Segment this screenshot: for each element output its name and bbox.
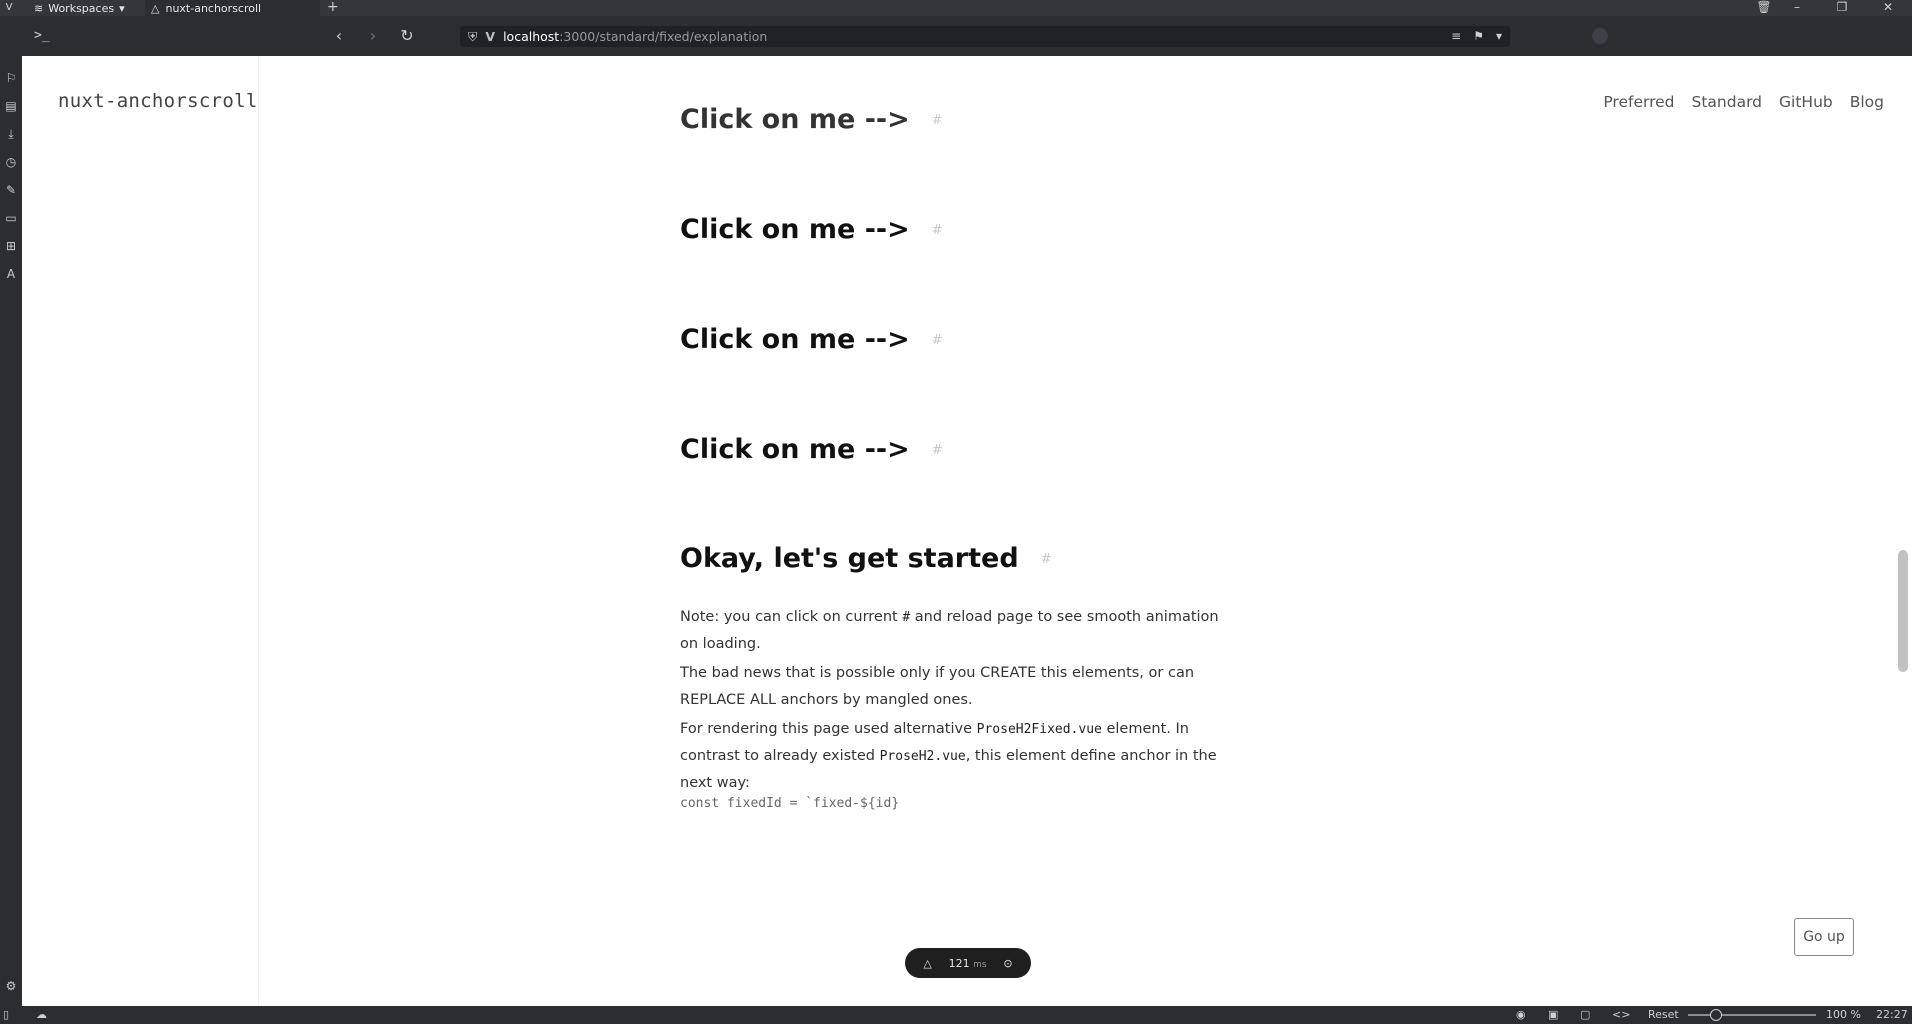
code-snippet: const fixedId = `fixed-${id} — [680, 796, 900, 811]
url-field[interactable]: ⛨ V localhost :3000/standard/fixed/expla… — [460, 26, 1510, 47]
tab-bar: V ≋ Workspaces ▾ △ nuxt-anchorscroll + 🗑… — [0, 0, 1912, 16]
downloads-icon[interactable]: ⤓ — [3, 126, 19, 142]
zoom-level: 100 % — [1826, 1008, 1861, 1021]
extension-placeholder150-icon — [1592, 28, 1608, 44]
paragraph-rendering: For rendering this page used alternative… — [680, 716, 1240, 797]
nav-link-standard[interactable]: Standard — [1692, 93, 1763, 111]
heading-click-on-me: Click on me --> # — [680, 104, 943, 135]
nuxt-devtools-pill[interactable]: △ 121 ms ⊙ — [905, 948, 1031, 978]
forward-icon[interactable]: › — [362, 27, 384, 45]
shield-icon[interactable]: ⛨ — [468, 26, 477, 47]
address-bar: >_ ‹ › ↻ ⛨ V localhost :3000/standard/fi… — [0, 16, 1912, 56]
paragraph-note: Note: you can click on current # and rel… — [680, 604, 1240, 658]
minimize-button[interactable]: – — [1775, 0, 1819, 16]
heading-anchor-link[interactable]: # — [932, 333, 943, 348]
window-panel-icon[interactable]: ▭ — [3, 210, 19, 226]
add-web-panel-icon[interactable]: ⊞ — [3, 238, 19, 254]
content-divider — [258, 56, 259, 1006]
image-icon[interactable]: ▣ — [1548, 1007, 1558, 1023]
heading-text: Click on me --> — [680, 434, 910, 465]
restore-button[interactable]: ❐ — [1820, 0, 1864, 16]
new-tab-button[interactable]: + — [327, 0, 339, 15]
clock: 22:27 — [1876, 1008, 1908, 1021]
inspect-target-icon[interactable]: ⊙ — [1003, 957, 1012, 970]
bookmark-icon[interactable]: ⚑ — [1473, 26, 1484, 47]
heading-anchor-link[interactable]: # — [1041, 552, 1052, 567]
capture-icon[interactable]: ◉ — [1516, 1007, 1526, 1023]
panel-toggle-icon[interactable]: ▯ — [3, 1007, 9, 1023]
heading-okay-lets-get-started: Okay, let's get started # — [680, 543, 1052, 574]
timing-readout: 121 ms — [949, 957, 987, 970]
heading-text: Click on me --> — [680, 104, 910, 135]
nuxt-logo-icon: △ — [923, 956, 932, 970]
top-navigation: Preferred Standard GitHub Blog — [1603, 93, 1884, 111]
heading-anchor-link[interactable]: # — [932, 223, 943, 238]
heading-text: Click on me --> — [680, 324, 910, 355]
heading-click-on-me: Click on me --> # — [680, 434, 943, 465]
close-window-button[interactable]: ✕ — [1866, 0, 1910, 16]
nav-link-github[interactable]: GitHub — [1779, 93, 1833, 111]
timing-value: 121 — [948, 956, 970, 970]
side-panel: ⚐ ▤ ⤓ ◷ ✎ ▭ ⊞ A ⚙ — [0, 56, 22, 1006]
paragraph-text: Note: you can click on current — [680, 609, 903, 625]
nuxt-favicon-icon: △ — [151, 1, 160, 15]
heading-anchor-link[interactable]: # — [932, 443, 943, 458]
nav-link-blog[interactable]: Blog — [1850, 93, 1884, 111]
heading-click-on-me: Click on me --> # — [680, 324, 943, 355]
site-v-icon: V — [485, 29, 496, 44]
url-host: localhost — [503, 29, 560, 44]
page-viewport: nuxt-anchorscroll Preferred Standard Git… — [22, 56, 1912, 1006]
sync-cloud-icon[interactable]: ☁ — [36, 1007, 47, 1023]
site-title[interactable]: nuxt-anchorscroll — [58, 90, 258, 112]
history-icon[interactable]: ◷ — [3, 154, 19, 170]
tab-nuxt-anchorscroll[interactable]: △ nuxt-anchorscroll — [145, 0, 320, 16]
workspaces-label: Workspaces — [48, 1, 115, 15]
reading-list-icon[interactable]: ▤ — [3, 98, 19, 114]
status-bar: ▯ ☁ ◉ ▣ ▢ <> Reset 100 % 22:27 — [0, 1006, 1912, 1024]
zoom-slider-knob[interactable] — [1710, 1009, 1722, 1021]
timing-unit: ms — [973, 959, 987, 970]
reader-view-icon[interactable]: ≡ — [1451, 26, 1461, 47]
zoom-reset-button[interactable]: Reset — [1648, 1007, 1679, 1023]
dropdown-icon[interactable]: ▾ — [1496, 26, 1502, 47]
heading-text: Click on me --> — [680, 214, 910, 245]
heading-text: Okay, let's get started — [680, 543, 1019, 574]
inline-code: ProseH2Fixed.vue — [976, 722, 1102, 737]
bookmarks-icon[interactable]: ⚐ — [3, 70, 19, 86]
settings-gear-icon[interactable]: ⚙ — [3, 978, 19, 994]
nav-link-preferred[interactable]: Preferred — [1603, 93, 1674, 111]
paragraph-bad-news: The bad news that is possible only if yo… — [680, 665, 1195, 708]
chevron-down-icon: ▾ — [119, 1, 125, 15]
reload-icon[interactable]: ↻ — [396, 27, 418, 45]
back-icon[interactable]: ‹ — [328, 27, 350, 45]
scrollbar-track[interactable] — [1896, 56, 1910, 1006]
go-up-button[interactable]: Go up — [1794, 918, 1854, 956]
heading-anchor-link[interactable]: # — [932, 113, 943, 128]
workspaces-button[interactable]: ≋ Workspaces ▾ — [34, 0, 125, 16]
heading-click-on-me: Click on me --> # — [680, 214, 943, 245]
vivaldi-menu-icon[interactable]: V — [2, 1, 16, 15]
page-tiling-icon[interactable]: ▢ — [1580, 1007, 1590, 1023]
zoom-slider[interactable] — [1688, 1009, 1816, 1021]
translate-icon[interactable]: A — [3, 266, 19, 282]
notes-icon[interactable]: ✎ — [3, 182, 19, 198]
inline-hash: # — [902, 610, 911, 625]
panel-toggle-icon[interactable]: >_ — [34, 28, 50, 43]
paragraph-text: For rendering this page used alternative — [680, 721, 977, 737]
tab-title: nuxt-anchorscroll — [165, 1, 262, 15]
inline-code: ProseH2.vue — [879, 749, 966, 764]
scrollbar-thumb[interactable] — [1898, 550, 1908, 672]
layers-icon: ≋ — [34, 1, 44, 15]
page-actions-icon[interactable]: <> — [1612, 1007, 1630, 1023]
url-path: :3000/standard/fixed/explanation — [559, 29, 768, 44]
